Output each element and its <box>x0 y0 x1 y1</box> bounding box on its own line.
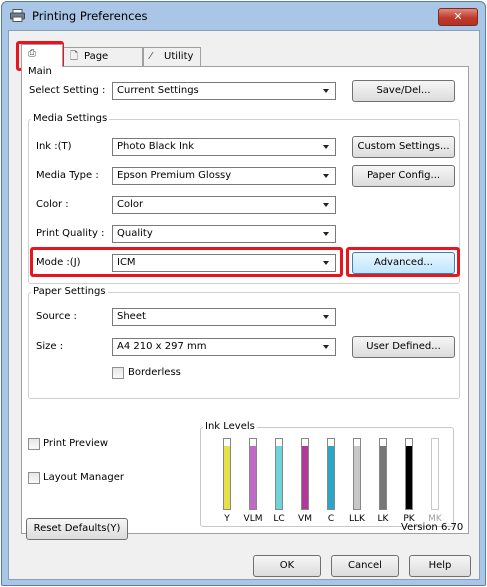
main-tab-panel: Select Setting : Current Settings Save/D… <box>21 66 469 534</box>
select-setting-value: Current Settings <box>117 85 199 96</box>
window-title: Printing Preferences <box>32 9 148 23</box>
version-label: Version 6.70 <box>401 522 464 533</box>
ink-label-vlm: VLM <box>243 514 263 524</box>
print-preview-label: Print Preview <box>43 438 109 449</box>
media-type-value: Epson Premium Glossy <box>117 170 232 181</box>
print-quality-dropdown[interactable]: Quality <box>112 225 336 243</box>
ink-fill-lk <box>380 446 386 509</box>
color-dropdown[interactable]: Color <box>112 196 336 214</box>
help-button[interactable]: Help <box>409 555 471 577</box>
ink-levels-group: Ink Levels Y VLM LC VM C LLK LK PK MK <box>200 421 454 527</box>
ink-fill-y <box>224 446 230 509</box>
chevron-down-icon <box>323 315 329 319</box>
size-dropdown[interactable]: A4 210 x 297 mm <box>112 338 336 356</box>
close-button[interactable]: ✕ <box>438 8 478 26</box>
ink-levels-title: Ink Levels <box>203 421 257 432</box>
color-value: Color <box>117 199 144 210</box>
ink-bar-lc <box>275 438 283 510</box>
tab-main[interactable]: ⎙ Main <box>21 44 63 77</box>
ink-dropdown[interactable]: Photo Black Ink <box>112 138 336 156</box>
ink-bar-llk <box>353 438 361 510</box>
ink-bar-vm <box>301 438 309 510</box>
color-label: Color : <box>36 199 69 210</box>
ink-bar-mk <box>431 438 439 510</box>
print-preview-checkbox[interactable] <box>28 438 40 450</box>
dialog-client-area: ⎙ Main 🗋Page Layout ⁄ Utility Select Setti… <box>8 30 480 580</box>
ink-bar-vlm <box>249 438 257 510</box>
ink-label-llk: LLK <box>349 514 365 524</box>
media-settings-title: Media Settings <box>31 113 110 124</box>
size-label: Size : <box>36 341 64 352</box>
ink-label: Ink :(T) <box>36 141 72 152</box>
chevron-down-icon <box>323 89 329 93</box>
user-defined-button[interactable]: User Defined... <box>352 336 455 358</box>
chevron-down-icon <box>323 174 329 178</box>
paper-settings-title: Paper Settings <box>31 286 108 297</box>
mode-dropdown[interactable]: ICM <box>112 254 336 272</box>
ink-fill-vlm <box>250 446 256 509</box>
ink-label-lk: LK <box>377 514 389 524</box>
borderless-label: Borderless <box>128 367 181 378</box>
layout-manager-label: Layout Manager <box>43 472 125 483</box>
chevron-down-icon <box>323 145 329 149</box>
layout-manager-checkbox[interactable] <box>28 472 40 484</box>
paper-config-button[interactable]: Paper Config... <box>352 165 455 187</box>
reset-defaults-button[interactable]: Reset Defaults(Y) <box>26 518 128 540</box>
chevron-down-icon <box>323 261 329 265</box>
ink-fill-c <box>328 446 334 509</box>
media-type-dropdown[interactable]: Epson Premium Glossy <box>112 167 336 185</box>
tab-utility-label: Utility <box>164 51 194 62</box>
mode-label: Mode :(J) <box>36 257 81 268</box>
ink-label-vm: VM <box>298 514 312 524</box>
custom-settings-button[interactable]: Custom Settings... <box>352 136 455 158</box>
ok-button[interactable]: OK <box>253 555 321 577</box>
ink-fill-pk <box>406 446 412 509</box>
printer-icon: ⎙ <box>28 48 36 59</box>
ink-fill-vm <box>302 446 308 509</box>
media-type-label: Media Type : <box>36 170 99 181</box>
ink-fill-lc <box>276 446 282 509</box>
ink-label-lc: LC <box>273 514 285 524</box>
chevron-down-icon <box>323 345 329 349</box>
chevron-down-icon <box>323 232 329 236</box>
source-dropdown[interactable]: Sheet <box>112 308 336 326</box>
ink-bar-pk <box>405 438 413 510</box>
mode-value: ICM <box>117 257 136 268</box>
advanced-button[interactable]: Advanced... <box>352 252 455 274</box>
cancel-button[interactable]: Cancel <box>331 555 399 577</box>
tab-main-label: Main <box>28 66 52 77</box>
select-setting-dropdown[interactable]: Current Settings <box>112 82 336 100</box>
print-quality-label: Print Quality : <box>36 228 105 239</box>
source-value: Sheet <box>117 311 146 322</box>
select-setting-label: Select Setting : <box>29 85 106 96</box>
ink-fill-llk <box>354 446 360 509</box>
tab-utility[interactable]: ⁄ Utility <box>143 47 201 67</box>
save-del-button[interactable]: Save/Del... <box>352 80 455 102</box>
ink-bar-y <box>223 438 231 510</box>
source-label: Source : <box>36 311 77 322</box>
ink-value: Photo Black Ink <box>117 141 195 152</box>
tab-page-layout[interactable]: 🗋Page Layout <box>63 47 143 80</box>
ink-bar-c <box>327 438 335 510</box>
ink-label-y: Y <box>224 514 230 524</box>
printing-preferences-window: Printing Preferences ✕ ⎙ Main 🗋Page Layou… <box>1 1 486 586</box>
chevron-down-icon <box>323 203 329 207</box>
wrench-icon: ⁄ <box>150 51 152 62</box>
size-value: A4 210 x 297 mm <box>117 341 207 352</box>
print-quality-value: Quality <box>117 228 153 239</box>
title-bar: Printing Preferences ✕ <box>2 2 485 30</box>
printer-icon <box>10 9 25 22</box>
ink-label-c: C <box>327 514 335 524</box>
page-icon: 🗋 <box>70 51 79 62</box>
ink-bar-lk <box>379 438 387 510</box>
borderless-checkbox[interactable] <box>112 367 124 379</box>
